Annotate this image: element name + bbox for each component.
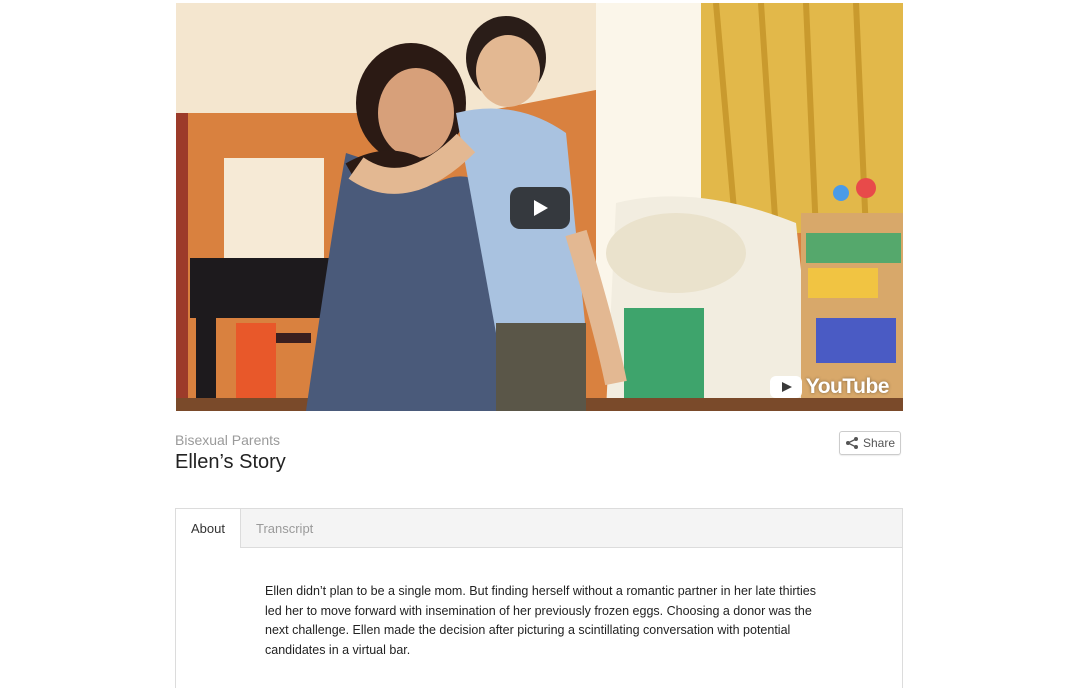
- tab-bar: About Transcript: [176, 509, 902, 548]
- tab-about[interactable]: About: [176, 509, 241, 548]
- share-icon: [845, 437, 858, 449]
- video-player[interactable]: YouTube: [176, 3, 903, 411]
- page-title: Ellen’s Story: [175, 451, 286, 473]
- youtube-icon: [769, 376, 802, 398]
- youtube-label: YouTube: [805, 375, 890, 398]
- play-icon: [534, 200, 548, 216]
- play-button[interactable]: [510, 187, 570, 229]
- video-category: Bisexual Parents: [175, 432, 281, 448]
- tab-transcript[interactable]: Transcript: [241, 509, 328, 547]
- youtube-logo[interactable]: YouTube: [769, 375, 890, 399]
- about-description: Ellen didn’t plan to be a single mom. Bu…: [265, 584, 816, 657]
- share-button[interactable]: Share: [839, 431, 901, 455]
- info-tabs: About Transcript Ellen didn’t plan to be…: [175, 508, 903, 688]
- share-label: Share: [862, 436, 896, 450]
